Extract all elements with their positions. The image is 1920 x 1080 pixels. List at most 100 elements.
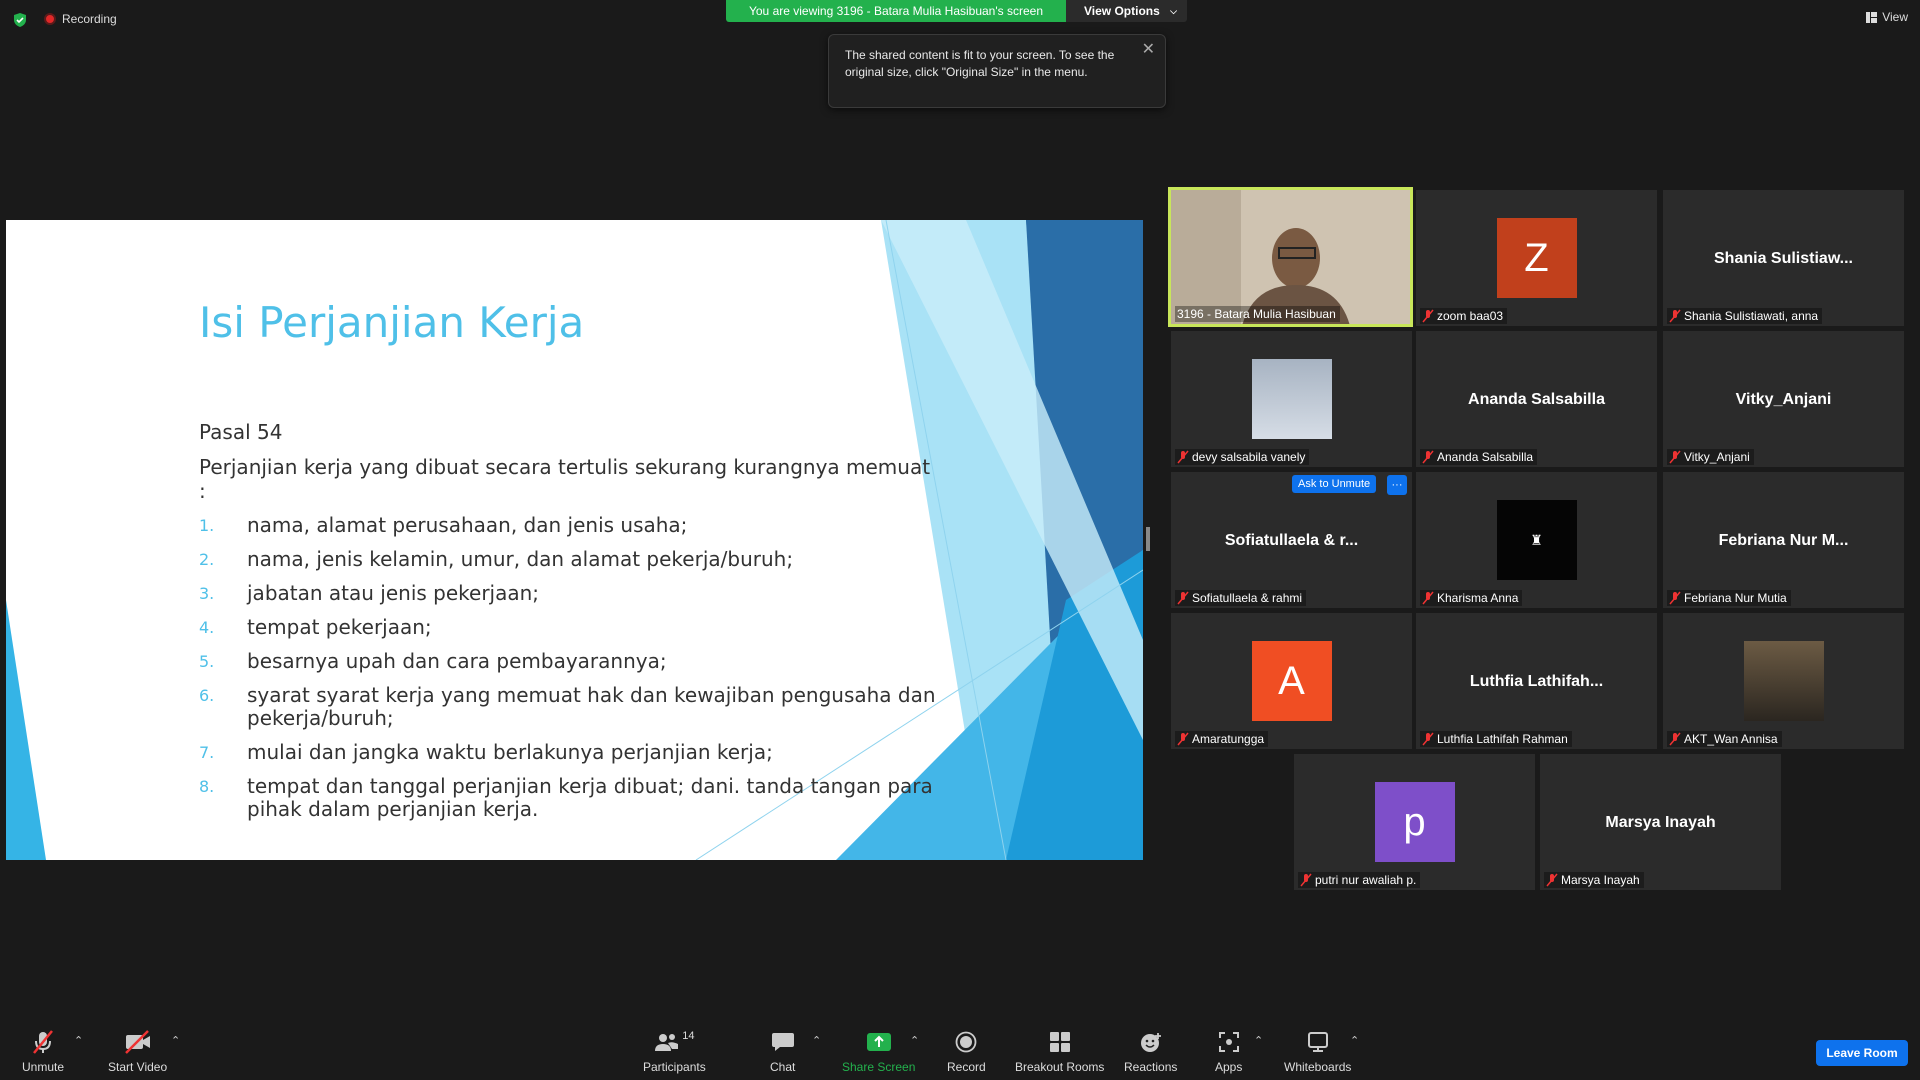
chat-icon bbox=[771, 1033, 794, 1051]
participant-display-name: Luthfia Lathifah... bbox=[1469, 673, 1604, 690]
participant-name: Vitky_Anjani bbox=[1684, 450, 1750, 464]
video-off-icon bbox=[124, 1030, 150, 1054]
participants-button[interactable]: 14 Participants bbox=[643, 1030, 706, 1074]
participant-name: Kharisma Anna bbox=[1437, 591, 1519, 605]
mic-muted-icon bbox=[1422, 450, 1434, 464]
video-tile[interactable]: devy salsabila vanely bbox=[1171, 331, 1412, 467]
apps-icon bbox=[1218, 1032, 1239, 1052]
list-item-text: tempat pekerjaan; bbox=[247, 615, 432, 639]
reactions-icon bbox=[1140, 1033, 1161, 1052]
fit-to-screen-tooltip: The shared content is fit to your screen… bbox=[828, 34, 1166, 108]
participant-name-label: Luthfia Lathifah Rahman bbox=[1420, 731, 1572, 747]
video-tile[interactable]: Sofiatullaela & r... Sofiatullaela & rah… bbox=[1171, 472, 1412, 608]
view-options-label: View Options bbox=[1084, 4, 1160, 18]
chevron-up-icon[interactable]: ⌃ bbox=[910, 1034, 919, 1047]
chevron-up-icon[interactable]: ⌃ bbox=[171, 1034, 180, 1047]
video-tile[interactable]: Ananda Salsabilla Ananda Salsabilla bbox=[1416, 331, 1657, 467]
share-screen-label: Share Screen bbox=[842, 1060, 916, 1074]
participant-name-label: Kharisma Anna bbox=[1420, 590, 1523, 606]
chevron-up-icon[interactable]: ⌃ bbox=[1350, 1034, 1359, 1047]
apps-label: Apps bbox=[1215, 1060, 1243, 1074]
record-button[interactable]: Record bbox=[947, 1030, 986, 1074]
grid-view-icon bbox=[1866, 11, 1878, 23]
video-tile[interactable]: Luthfia Lathifah... Luthfia Lathifah Rah… bbox=[1416, 613, 1657, 749]
video-tile[interactable]: Marsya Inayah Marsya Inayah bbox=[1540, 754, 1781, 890]
mic-muted-icon bbox=[1177, 591, 1189, 605]
list-item: 4. tempat pekerjaan; bbox=[199, 616, 939, 639]
share-screen-button[interactable]: Share Screen bbox=[842, 1030, 915, 1074]
participant-name: Amaratungga bbox=[1192, 732, 1265, 746]
participant-name: Marsya Inayah bbox=[1561, 873, 1640, 887]
list-item-text: nama, jenis kelamin, umur, dan alamat pe… bbox=[247, 547, 794, 571]
reactions-button[interactable]: Reactions bbox=[1124, 1030, 1177, 1074]
participants-count: 14 bbox=[682, 1030, 695, 1042]
recording-indicator[interactable]: Recording bbox=[44, 12, 117, 26]
view-button[interactable]: View bbox=[1866, 10, 1908, 24]
whiteboards-button[interactable]: Whiteboards bbox=[1284, 1030, 1351, 1074]
breakout-rooms-button[interactable]: Breakout Rooms bbox=[1015, 1030, 1104, 1074]
list-item-number: 4. bbox=[199, 618, 215, 637]
participant-name: putri nur awaliah p. bbox=[1315, 873, 1417, 887]
participant-display-name: Ananda Salsabilla bbox=[1468, 391, 1605, 408]
list-item: 8. tempat dan tanggal perjanjian kerja di… bbox=[199, 775, 939, 821]
chat-button[interactable]: Chat bbox=[770, 1030, 795, 1074]
unmute-button[interactable]: Unmute bbox=[22, 1030, 64, 1074]
start-video-button[interactable]: Start Video bbox=[108, 1030, 167, 1074]
close-icon[interactable]: ✕ bbox=[1142, 41, 1155, 58]
list-item-text: jabatan atau jenis pekerjaan; bbox=[247, 581, 540, 605]
participant-name-label: zoom baa03 bbox=[1420, 308, 1508, 324]
shield-icon[interactable] bbox=[12, 12, 28, 28]
list-item: 5. besarnya upah dan cara pembayarannya; bbox=[199, 650, 939, 673]
mic-muted-icon bbox=[1422, 591, 1434, 605]
panel-resize-handle[interactable] bbox=[1146, 527, 1150, 551]
participant-name: devy salsabila vanely bbox=[1192, 450, 1306, 464]
video-tile[interactable]: Febriana Nur M... Febriana Nur Mutia bbox=[1663, 472, 1904, 608]
list-item: 1. nama, alamat perusahaan, dan jenis usa… bbox=[199, 514, 939, 537]
chevron-down-icon: ⌵ bbox=[1170, 5, 1177, 16]
chevron-up-icon[interactable]: ⌃ bbox=[74, 1034, 83, 1047]
viewing-screen-banner: You are viewing 3196 - Batara Mulia Hasi… bbox=[726, 0, 1066, 22]
list-item-number: 5. bbox=[199, 652, 215, 671]
video-tile[interactable]: Z zoom baa03 bbox=[1416, 190, 1657, 326]
leave-room-button[interactable]: Leave Room bbox=[1816, 1040, 1908, 1066]
participant-display-name: Shania Sulistiaw... bbox=[1714, 250, 1853, 267]
participant-display-name: Vitky_Anjani bbox=[1735, 391, 1832, 408]
view-options-button[interactable]: View Options ⌵ bbox=[1066, 0, 1187, 22]
participant-display-name: Febriana Nur M... bbox=[1718, 532, 1849, 549]
video-tile[interactable]: ♜ Kharisma Anna bbox=[1416, 472, 1657, 608]
chevron-up-icon[interactable]: ⌃ bbox=[812, 1034, 821, 1047]
participant-name-label: Ananda Salsabilla bbox=[1420, 449, 1538, 465]
list-item-text: syarat syarat kerja yang memuat hak dan … bbox=[247, 683, 936, 730]
participant-name: 3196 - Batara Mulia Hasibuan bbox=[1177, 307, 1336, 321]
more-options-button[interactable]: ··· bbox=[1387, 475, 1407, 495]
reactions-label: Reactions bbox=[1124, 1060, 1178, 1074]
video-tile[interactable]: A Amaratungga bbox=[1171, 613, 1412, 749]
video-tile-active-speaker[interactable]: 3196 - Batara Mulia Hasibuan bbox=[1168, 187, 1413, 327]
apps-button[interactable]: Apps bbox=[1215, 1030, 1242, 1074]
mic-muted-icon bbox=[1669, 309, 1681, 323]
avatar bbox=[1743, 641, 1824, 721]
list-item-number: 8. bbox=[199, 777, 215, 796]
slide-pasal: Pasal 54 bbox=[199, 420, 283, 444]
participant-name-label: Febriana Nur Mutia bbox=[1667, 590, 1791, 606]
whiteboards-label: Whiteboards bbox=[1284, 1060, 1352, 1074]
avatar bbox=[1251, 359, 1332, 439]
breakout-rooms-icon bbox=[1049, 1032, 1070, 1052]
participant-display-name: Sofiatullaela & r... bbox=[1224, 532, 1359, 549]
unmute-label: Unmute bbox=[22, 1060, 65, 1074]
list-item: 3. jabatan atau jenis pekerjaan; bbox=[199, 582, 939, 605]
chevron-up-icon[interactable]: ⌃ bbox=[1254, 1034, 1263, 1047]
start-video-label: Start Video bbox=[108, 1060, 168, 1074]
avatar: ♜ bbox=[1496, 500, 1577, 580]
video-tile[interactable]: Vitky_Anjani Vitky_Anjani bbox=[1663, 331, 1904, 467]
tooltip-text: The shared content is fit to your screen… bbox=[845, 48, 1115, 79]
mic-muted-icon bbox=[1669, 450, 1681, 464]
video-tile[interactable]: Shania Sulistiaw... Shania Sulistiawati,… bbox=[1663, 190, 1904, 326]
list-item-number: 3. bbox=[199, 584, 215, 603]
ask-to-unmute-button[interactable]: Ask to Unmute bbox=[1292, 475, 1377, 493]
view-label: View bbox=[1882, 10, 1908, 24]
participant-name: AKT_Wan Annisa bbox=[1684, 732, 1778, 746]
participant-name: Ananda Salsabilla bbox=[1437, 450, 1534, 464]
video-tile[interactable]: p putri nur awaliah p. bbox=[1294, 754, 1535, 890]
video-tile[interactable]: AKT_Wan Annisa bbox=[1663, 613, 1904, 749]
